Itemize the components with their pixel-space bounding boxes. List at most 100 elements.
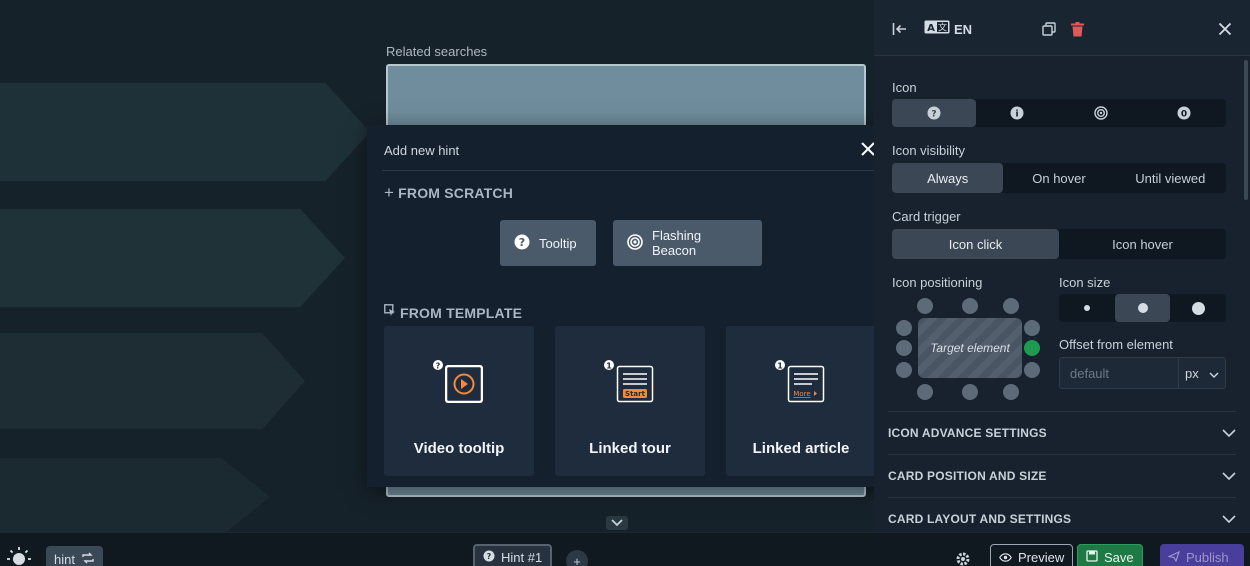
chevron-down-icon (1222, 469, 1236, 483)
icon-size-selector (1059, 294, 1226, 322)
size-large[interactable] (1170, 294, 1226, 322)
position-dot[interactable] (896, 340, 912, 356)
duplicate-icon[interactable] (1042, 20, 1056, 38)
bottom-toolbar: hint ? Hint #1 + Preview Save Publish (0, 532, 1250, 566)
send-icon (1167, 550, 1181, 565)
divider (382, 170, 878, 171)
video-tooltip-icon: ? (433, 359, 485, 405)
icon-visibility-selector: Always On hover Until viewed (892, 163, 1226, 193)
position-dot[interactable] (1003, 298, 1019, 314)
icon-option-question[interactable]: ? (892, 99, 976, 127)
svg-text:More: More (793, 390, 810, 398)
hint-tag[interactable]: hint (46, 546, 103, 566)
svg-text:?: ? (487, 552, 492, 561)
position-dot[interactable] (1024, 320, 1040, 336)
icon-option-number[interactable]: 0 (1143, 99, 1227, 127)
chevron-down-icon (1222, 426, 1236, 440)
linked-tour-template[interactable]: Start 1 Linked tour (555, 326, 705, 476)
cursor-click-icon (384, 304, 396, 321)
hint-settings-panel: A文 EN Icon ? i 0 Icon visibility Always … (874, 0, 1250, 532)
from-template-heading: FROM TEMPLATE (384, 304, 522, 321)
close-icon[interactable] (1218, 20, 1232, 38)
svg-text:i: i (1016, 110, 1019, 120)
icon-position-grid: Target element (896, 298, 1044, 402)
svg-text:文: 文 (938, 21, 947, 33)
svg-text:0: 0 (1181, 110, 1187, 120)
theme-toggle-icon[interactable] (6, 546, 32, 566)
svg-text:?: ? (436, 362, 441, 371)
linked-article-template[interactable]: More 1 Linked article (726, 326, 876, 476)
position-dot[interactable] (962, 384, 978, 400)
linked-tour-icon: Start 1 (604, 359, 656, 405)
visibility-option[interactable]: Always (892, 163, 1004, 193)
editor-canvas: Related searches Add new hint + FROM SCR… (0, 0, 1250, 566)
position-dot[interactable] (1003, 384, 1019, 400)
tooltip-button[interactable]: ? Tooltip (500, 220, 596, 266)
from-scratch-heading: + FROM SCRATCH (384, 183, 514, 202)
svg-text:1: 1 (777, 362, 783, 371)
save-button[interactable]: Save (1077, 544, 1143, 566)
size-small[interactable] (1059, 294, 1115, 322)
visibility-option[interactable]: Until viewed (1115, 163, 1226, 193)
icon-option-beacon[interactable] (1059, 99, 1143, 127)
plus-icon: + (384, 183, 395, 202)
template-label: Linked tour (589, 440, 671, 457)
chevron-down-icon[interactable] (606, 516, 628, 530)
icon-type-selector: ? i 0 (892, 99, 1226, 127)
position-dot[interactable] (962, 298, 978, 314)
question-circle-icon: ? (514, 234, 530, 253)
question-circle-icon: ? (483, 550, 495, 565)
beacon-icon (627, 233, 643, 253)
card-trigger-selector: Icon click Icon hover (892, 229, 1226, 259)
template-label: Linked article (752, 440, 850, 457)
decor-chevron (0, 333, 305, 429)
card-position-size-accordion[interactable]: CARD POSITION AND SIZE (888, 454, 1236, 497)
icon-label: Icon (892, 80, 917, 95)
offset-label: Offset from element (1059, 337, 1173, 352)
position-dot[interactable] (917, 384, 933, 400)
add-hint-button[interactable]: + (566, 550, 588, 566)
video-tooltip-template[interactable]: ? Video tooltip (384, 326, 534, 476)
icon-size-label: Icon size (1059, 275, 1111, 290)
visibility-option[interactable]: On hover (1003, 163, 1114, 193)
delete-icon[interactable] (1071, 20, 1084, 38)
language-code: EN (954, 21, 973, 37)
linked-article-icon: More 1 (775, 359, 827, 405)
publish-button[interactable]: Publish (1160, 544, 1244, 566)
card-trigger-label: Card trigger (892, 209, 961, 224)
modal-title: Add new hint (384, 143, 460, 158)
position-dot[interactable] (1024, 362, 1040, 378)
chevron-down-icon (1209, 366, 1219, 381)
decor-chevron (0, 458, 270, 536)
position-dot-selected[interactable] (1024, 340, 1040, 356)
svg-text:1: 1 (606, 362, 612, 371)
position-dot[interactable] (896, 320, 912, 336)
gear-icon[interactable] (955, 546, 971, 566)
hint-tab[interactable]: ? Hint #1 (473, 544, 553, 566)
svg-text:Start: Start (625, 390, 646, 398)
template-label: Video tooltip (413, 440, 505, 457)
collapse-panel-icon[interactable] (892, 20, 908, 38)
flashing-beacon-button[interactable]: Flashing Beacon (613, 220, 762, 266)
offset-unit-select[interactable]: px (1178, 357, 1226, 389)
icon-positioning-label: Icon positioning (892, 275, 983, 290)
preview-button[interactable]: Preview (990, 544, 1074, 566)
chevron-down-icon (1222, 512, 1236, 526)
decor-chevron (0, 83, 370, 181)
trigger-option[interactable]: Icon hover (1059, 229, 1226, 259)
position-dot[interactable] (917, 298, 933, 314)
offset-input[interactable]: default (1059, 357, 1179, 389)
size-medium[interactable] (1114, 294, 1171, 322)
svg-text:?: ? (519, 236, 525, 249)
save-icon (1086, 549, 1098, 565)
translate-icon: A文 (924, 20, 950, 39)
add-hint-modal: Add new hint + FROM SCRATCH ? Tooltip Fl… (367, 125, 895, 487)
position-dot[interactable] (896, 362, 912, 378)
panel-toolbar: A文 EN (874, 0, 1250, 56)
language-selector[interactable]: A文 EN (924, 20, 972, 38)
trigger-option[interactable]: Icon click (892, 229, 1059, 259)
panel-scrollbar[interactable] (1244, 60, 1248, 200)
icon-visibility-label: Icon visibility (892, 143, 965, 158)
icon-advance-settings-accordion[interactable]: ICON ADVANCE SETTINGS (888, 411, 1236, 454)
icon-option-info[interactable]: i (976, 99, 1060, 127)
